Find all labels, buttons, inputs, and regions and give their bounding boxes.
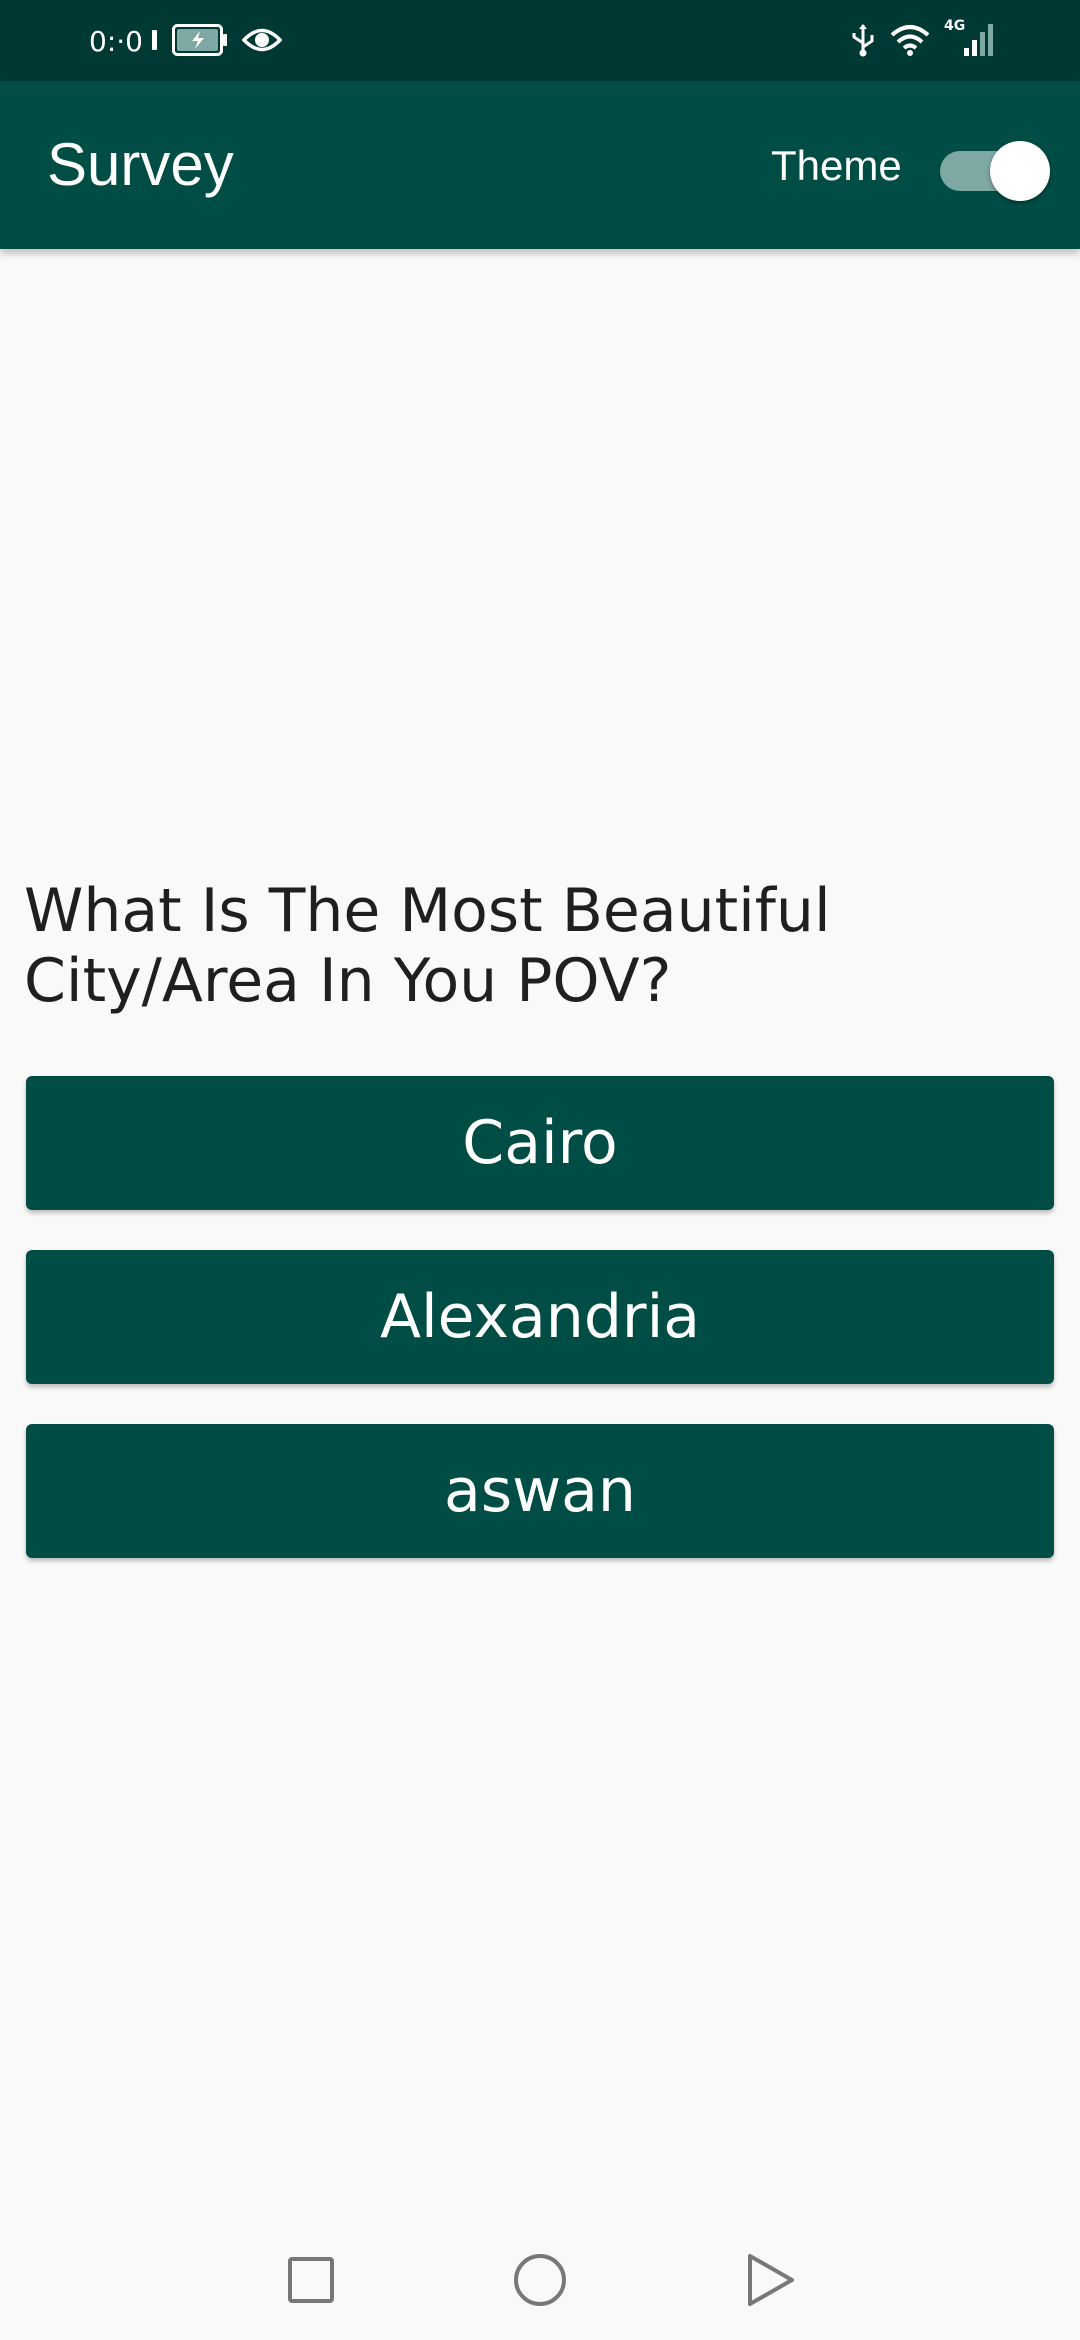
usb-icon xyxy=(850,23,876,62)
status-bar: 0:·0 4G xyxy=(0,0,1080,81)
signal-4g-icon: 4G xyxy=(944,17,994,65)
status-time: 0:·0 xyxy=(89,25,143,58)
back-triangle-icon[interactable] xyxy=(740,2250,800,2310)
wifi-icon xyxy=(890,23,930,62)
home-circle-icon[interactable] xyxy=(510,2250,570,2310)
network-type-label: 4G xyxy=(944,17,966,34)
answer-button-cairo[interactable]: Cairo xyxy=(26,1076,1054,1210)
app-bar: Survey Theme xyxy=(0,81,1080,249)
eye-icon xyxy=(241,25,283,60)
theme-label: Theme xyxy=(771,142,902,189)
battery-charging-icon xyxy=(172,23,228,61)
sim-card-icon xyxy=(152,29,158,55)
app-title: Survey xyxy=(47,131,234,198)
recents-square-icon[interactable] xyxy=(281,2250,341,2310)
status-right-icons: 4G xyxy=(850,17,994,65)
theme-switch[interactable] xyxy=(940,141,1052,201)
answer-button-aswan[interactable]: aswan xyxy=(26,1424,1054,1558)
survey-question: What Is The Most Beautiful City/Area In … xyxy=(24,876,831,1016)
system-nav-bar xyxy=(0,2220,1080,2340)
theme-switch-thumb[interactable] xyxy=(990,141,1050,201)
answer-button-alexandria[interactable]: Alexandria xyxy=(26,1250,1054,1384)
status-left-icons xyxy=(152,22,283,62)
